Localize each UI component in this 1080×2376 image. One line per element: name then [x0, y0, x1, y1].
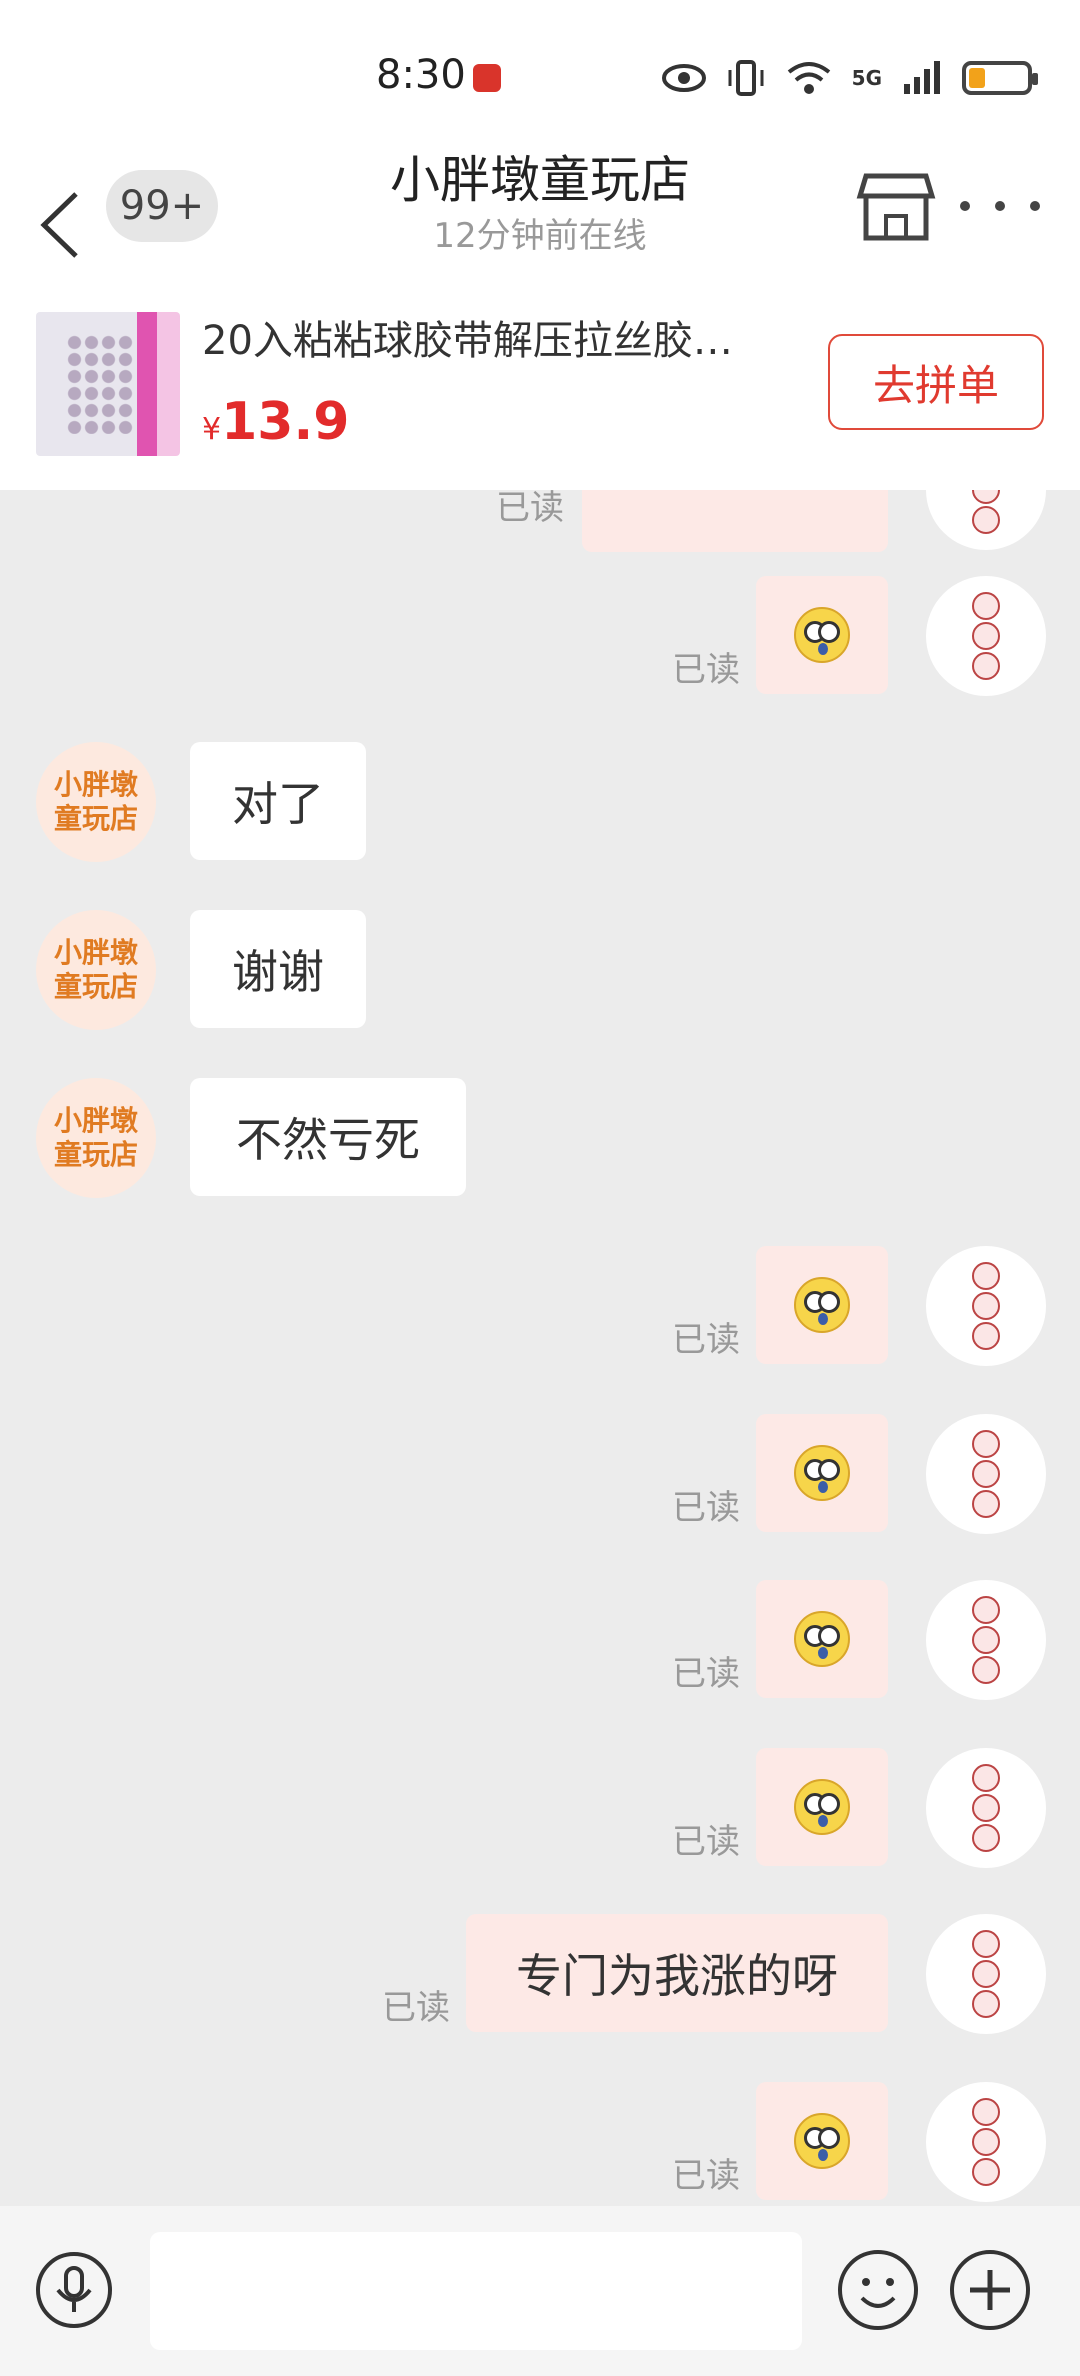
message-bubble[interactable]: 不然亏死 — [190, 1078, 466, 1196]
read-receipt: 已读 — [672, 1320, 740, 1360]
battery-icon — [962, 61, 1038, 95]
user-avatar[interactable] — [926, 1246, 1046, 1366]
status-time: 8:30 — [376, 52, 466, 98]
product-title[interactable]: 20入粘粘球胶带解压拉丝胶… — [202, 308, 792, 366]
user-avatar[interactable] — [926, 1580, 1046, 1700]
microphone-icon — [56, 2266, 92, 2312]
read-receipt: 已读 — [672, 1488, 740, 1528]
flushed-emoji-icon — [794, 1277, 850, 1333]
eye-icon — [661, 64, 706, 92]
more-icon — [960, 201, 970, 211]
voice-button[interactable] — [36, 2252, 112, 2328]
plus-icon — [970, 2270, 1010, 2310]
more-button[interactable] — [960, 180, 1040, 232]
vibrate-icon — [728, 60, 764, 96]
wifi-icon — [787, 62, 830, 94]
shop-avatar[interactable]: 小胖墩 童玩店 — [36, 1078, 156, 1198]
message-bubble[interactable]: 对了 — [190, 742, 366, 860]
flushed-emoji-icon — [794, 1611, 850, 1667]
group-buy-button[interactable]: 去拼单 — [828, 334, 1044, 430]
message-bubble[interactable] — [582, 490, 888, 552]
product-price: ¥13.9 — [202, 392, 350, 452]
status-icons: 5G — [661, 52, 1038, 104]
chat-messages[interactable]: 已读 已读 小胖墩 童玩店 对了 小胖墩 童玩店 谢谢 小胖墩 童玩店 不然亏死 已读… — [0, 490, 1080, 2206]
user-avatar[interactable] — [926, 576, 1046, 696]
read-receipt: 已读 — [672, 2156, 740, 2196]
user-avatar[interactable] — [926, 1748, 1046, 1868]
user-avatar[interactable] — [926, 2082, 1046, 2202]
emoji-message-bubble[interactable] — [756, 2082, 888, 2200]
user-avatar[interactable] — [926, 490, 1046, 550]
flushed-emoji-icon — [794, 607, 850, 663]
product-image[interactable] — [36, 312, 180, 456]
emoji-button[interactable] — [838, 2250, 918, 2330]
shop-avatar[interactable]: 小胖墩 童玩店 — [36, 742, 156, 862]
flushed-emoji-icon — [794, 1779, 850, 1835]
read-receipt: 已读 — [496, 490, 564, 528]
store-button[interactable] — [856, 170, 936, 244]
network-label: 5G — [851, 66, 882, 90]
flushed-emoji-icon — [794, 2113, 850, 2169]
signal-icon — [904, 61, 940, 94]
status-bar: 8:30 5G — [0, 0, 1080, 150]
notification-icon — [473, 64, 501, 92]
message-input[interactable] — [150, 2232, 802, 2350]
store-icon — [856, 173, 936, 241]
read-receipt: 已读 — [672, 650, 740, 690]
read-receipt: 已读 — [672, 1654, 740, 1694]
read-receipt: 已读 — [672, 1822, 740, 1862]
emoji-message-bubble[interactable] — [756, 1748, 888, 1866]
emoji-message-bubble[interactable] — [756, 576, 888, 694]
emoji-message-bubble[interactable] — [756, 1246, 888, 1364]
smiley-icon — [860, 2278, 896, 2308]
read-receipt: 已读 — [382, 1988, 450, 2028]
emoji-message-bubble[interactable] — [756, 1580, 888, 1698]
user-avatar[interactable] — [926, 1414, 1046, 1534]
message-bubble[interactable]: 专门为我涨的呀 — [466, 1914, 888, 2032]
emoji-message-bubble[interactable] — [756, 1414, 888, 1532]
flushed-emoji-icon — [794, 1445, 850, 1501]
shop-avatar[interactable]: 小胖墩 童玩店 — [36, 910, 156, 1030]
user-avatar[interactable] — [926, 1914, 1046, 2034]
plus-button[interactable] — [950, 2250, 1030, 2330]
message-bubble[interactable]: 谢谢 — [190, 910, 366, 1028]
